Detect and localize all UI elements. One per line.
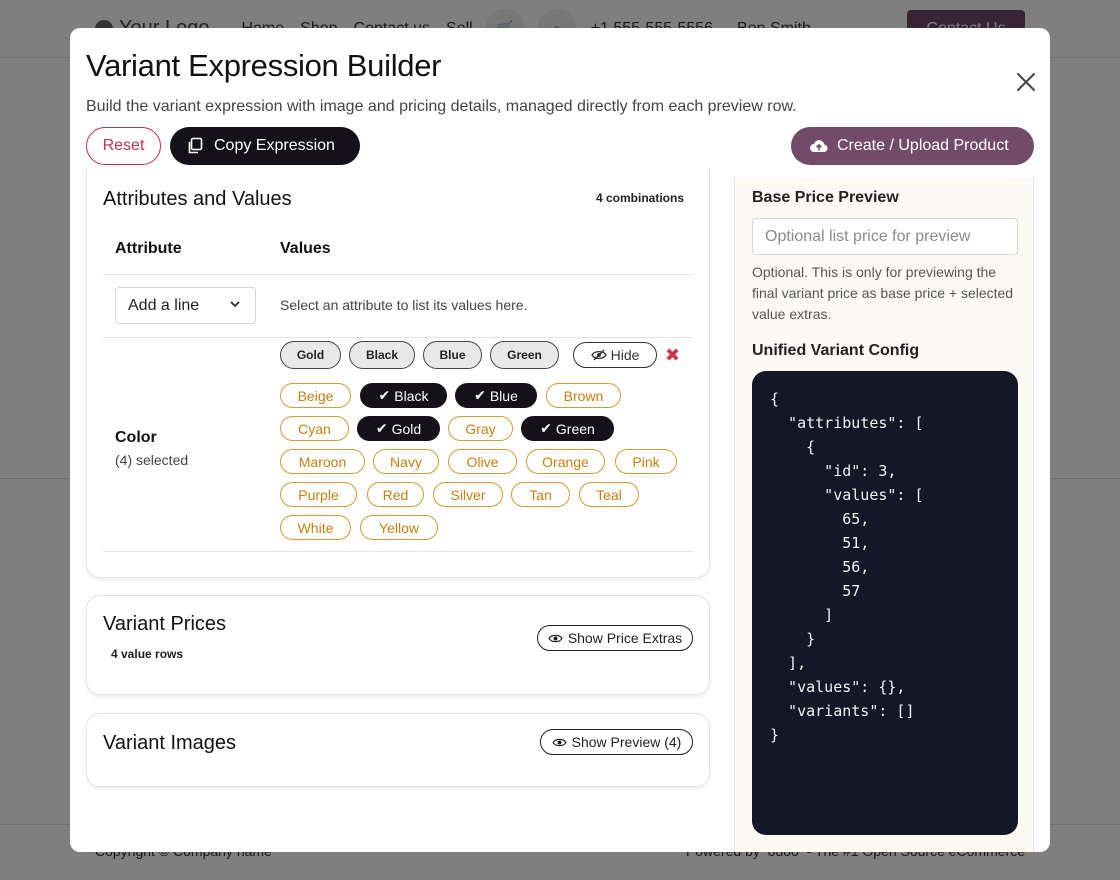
value-chip[interactable]: ✔ Blue — [455, 383, 537, 408]
value-chip[interactable]: Brown — [546, 383, 621, 408]
value-chip[interactable]: Yellow — [360, 515, 438, 540]
side-panel: Base Price Preview Optional. This is onl… — [734, 178, 1034, 852]
attribute-selected-count: (4) selected — [115, 452, 189, 468]
show-preview-button[interactable]: Show Preview (4) — [540, 729, 693, 755]
attributes-card: Attributes and Values 4 combinations Att… — [86, 168, 710, 578]
variant-builder-modal: Variant Expression Builder Build the var… — [70, 28, 1050, 852]
modal-subtitle: Build the variant expression with image … — [86, 98, 797, 115]
chevron-down-icon — [230, 301, 240, 308]
show-price-extras-label: Show Price Extras — [567, 630, 683, 646]
eye-icon — [548, 634, 563, 642]
copy-expression-button[interactable]: Copy Expression — [170, 127, 360, 165]
config-code-block[interactable]: { "attributes": [ { "id": 3, "values": [… — [752, 371, 1018, 835]
show-preview-label: Show Preview (4) — [571, 734, 682, 750]
value-chip[interactable]: Gray — [448, 416, 513, 441]
hide-values-button[interactable]: Hide — [573, 342, 657, 368]
reset-button[interactable]: Reset — [86, 127, 161, 165]
check-icon: ✔ — [474, 387, 486, 403]
add-line-select[interactable]: Add a line — [115, 287, 256, 324]
value-chip[interactable]: Beige — [280, 383, 351, 408]
modal-title: Variant Expression Builder — [86, 48, 442, 83]
show-price-extras-button[interactable]: Show Price Extras — [537, 625, 693, 651]
value-chip[interactable]: Red — [367, 482, 424, 507]
value-rows-count: 4 value rows — [111, 647, 184, 661]
value-chip[interactable]: Maroon — [280, 449, 365, 474]
table-divider — [103, 274, 693, 275]
selected-value-chip[interactable]: Black — [349, 341, 415, 369]
base-price-label: Base Price Preview — [752, 189, 899, 206]
variant-images-title: Variant Images — [103, 732, 237, 754]
check-icon: ✔ — [375, 420, 388, 436]
close-icon[interactable] — [1014, 70, 1038, 94]
create-upload-product-button[interactable]: Create / Upload Product — [791, 127, 1034, 165]
add-line-hint: Select an attribute to list its values h… — [280, 297, 528, 313]
copy-expression-label: Copy Expression — [214, 137, 335, 154]
selected-value-chip[interactable]: Gold — [280, 341, 341, 369]
config-json: { "attributes": [ { "id": 3, "values": [… — [770, 390, 924, 744]
attribute-name: Color — [115, 429, 157, 446]
value-chip[interactable]: ✔ Black — [360, 383, 447, 408]
variant-images-card: Variant Images Show Preview (4) — [86, 713, 710, 787]
unified-config-label: Unified Variant Config — [752, 342, 920, 359]
base-price-input[interactable] — [752, 218, 1018, 255]
eye-icon — [552, 738, 567, 746]
selected-value-chip[interactable]: Green — [490, 341, 559, 369]
variant-prices-card: Variant Prices 4 value rows Show Price E… — [86, 595, 710, 695]
cloud-upload-icon — [810, 140, 828, 152]
value-chip[interactable]: Olive — [448, 449, 517, 474]
hide-label: Hide — [610, 347, 640, 363]
value-chip[interactable]: Teal — [579, 482, 639, 507]
add-line-label: Add a line — [128, 296, 200, 314]
value-chip[interactable]: Orange — [526, 449, 605, 474]
eye-slash-icon — [590, 349, 607, 361]
attributes-title: Attributes and Values — [103, 188, 292, 210]
value-chip[interactable]: Silver — [433, 482, 503, 507]
value-chip[interactable]: ✔ Green — [521, 416, 614, 441]
value-chip[interactable]: Pink — [615, 449, 677, 474]
selected-value-chip[interactable]: Blue — [423, 341, 482, 369]
combinations-count: 4 combinations — [596, 191, 685, 205]
remove-attribute-icon[interactable]: ✖ — [665, 345, 680, 366]
value-chip[interactable]: Navy — [373, 449, 439, 474]
variant-prices-title: Variant Prices — [103, 613, 227, 635]
value-chip[interactable]: Cyan — [280, 416, 349, 441]
base-price-help: Optional. This is only for previewing th… — [752, 264, 1014, 322]
check-icon: ✔ — [378, 387, 391, 403]
value-chip[interactable]: White — [280, 515, 351, 540]
value-chip[interactable]: ✔ Gold — [357, 416, 440, 441]
copy-icon — [188, 137, 203, 154]
table-divider — [103, 337, 693, 338]
create-upload-label: Create / Upload Product — [837, 137, 1009, 154]
value-chip[interactable]: Tan — [511, 482, 570, 507]
values-column-header: Values — [280, 240, 331, 257]
table-divider — [103, 551, 693, 552]
attribute-column-header: Attribute — [115, 240, 182, 257]
check-icon: ✔ — [540, 420, 552, 436]
value-chip[interactable]: Purple — [280, 482, 357, 507]
